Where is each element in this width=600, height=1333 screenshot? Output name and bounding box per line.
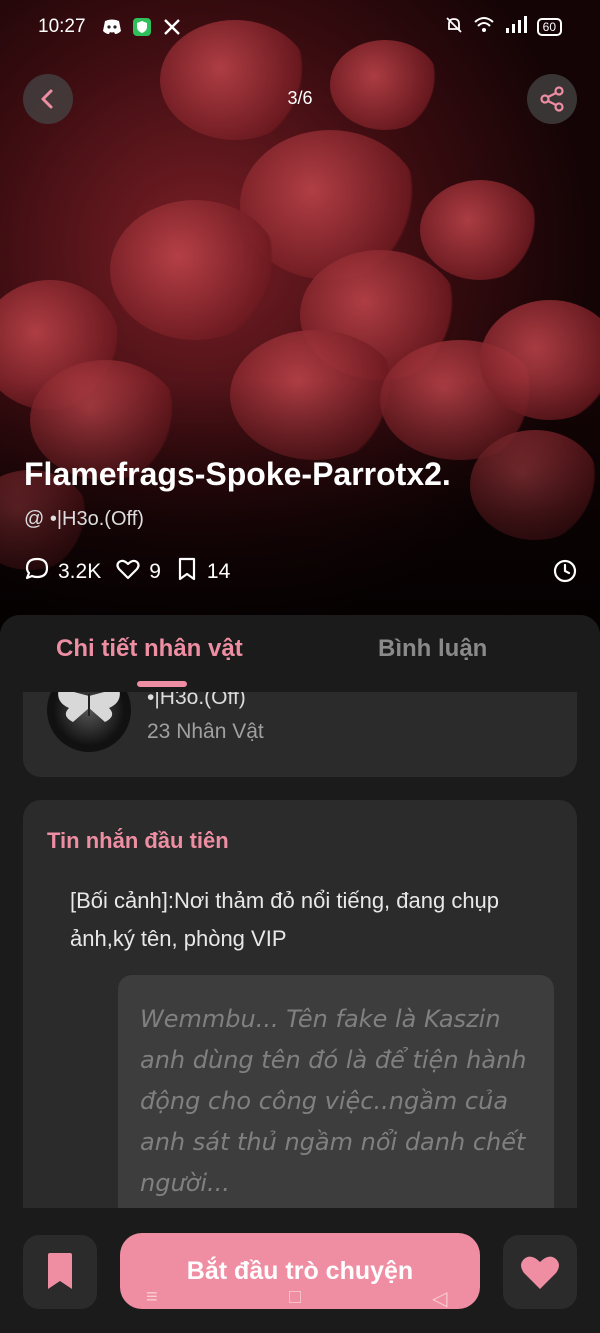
first-message-context: [Bối cảnh]:Nơi thảm đỏ nổi tiếng, đang c… <box>70 888 500 951</box>
nav-home-icon[interactable]: □ <box>289 1286 301 1309</box>
status-bar: 10:27 60 <box>0 0 600 54</box>
share-button[interactable] <box>527 74 577 124</box>
battery-icon: 60 <box>536 18 562 36</box>
character-stats: 3.2K 9 14 <box>24 556 236 588</box>
tab-comments[interactable]: Bình luận <box>378 635 487 663</box>
first-message-title: Tin nhắn đầu tiên <box>47 828 229 853</box>
shield-app-icon <box>132 17 152 37</box>
creator-character-count: 23 Nhân Vật <box>147 720 264 743</box>
bell-off-icon <box>445 16 463 39</box>
tab-character-details[interactable]: Chi tiết nhân vật <box>56 635 243 663</box>
bookmark-button[interactable] <box>23 1235 97 1309</box>
image-pager: 3/6 <box>287 88 313 108</box>
clock-icon[interactable] <box>552 558 578 589</box>
x-icon <box>162 17 182 37</box>
character-author[interactable]: @ •|H3o.(Off) <box>24 508 144 531</box>
character-title: Flamefrags-Spoke-Parrotx2. <box>24 456 451 492</box>
wifi-icon <box>473 16 495 39</box>
status-time: 10:27 <box>38 16 86 37</box>
first-message-card: Tin nhắn đầu tiên [Bối cảnh]:Nơi thảm đỏ… <box>23 800 577 1260</box>
likes-count: 9 <box>149 560 161 583</box>
like-button[interactable] <box>503 1235 577 1309</box>
start-chat-label: Bắt đầu trò chuyện <box>186 1256 414 1285</box>
nav-back-icon[interactable]: ◁ <box>432 1286 447 1311</box>
active-tab-indicator <box>137 681 187 687</box>
heart-outline-icon[interactable] <box>115 556 141 588</box>
nav-menu-icon[interactable]: ≡ <box>146 1286 158 1309</box>
bookmarks-count: 14 <box>206 560 231 583</box>
discord-icon <box>102 17 122 37</box>
signal-icon <box>505 15 527 39</box>
bookmark-outline-icon[interactable] <box>175 556 199 588</box>
comment-icon <box>24 556 50 588</box>
bookmark-icon <box>48 1253 72 1289</box>
first-message-quote: Wemmbu... Tên fake là Kaszin anh dùng tê… <box>140 1005 527 1197</box>
comments-count: 3.2K <box>58 560 102 583</box>
heart-icon <box>521 1256 559 1289</box>
share-icon <box>540 86 564 112</box>
